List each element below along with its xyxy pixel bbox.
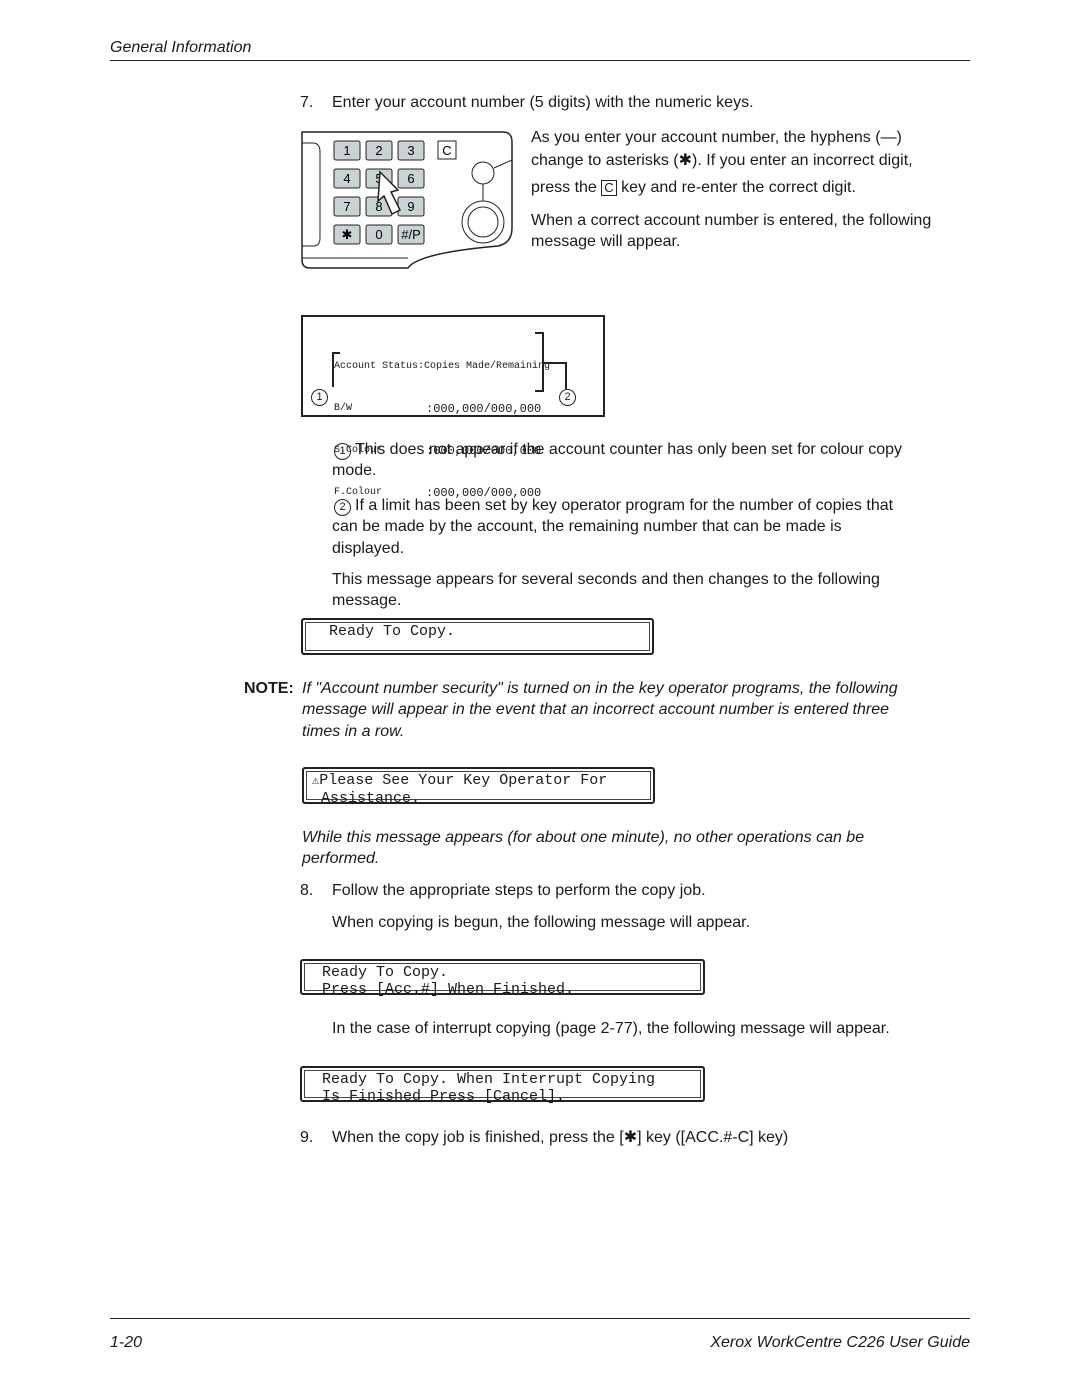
keypad-illustration: 123456789✱0#/P C xyxy=(301,131,513,269)
header-rule xyxy=(110,60,970,61)
interrupt-message-box: Ready To Copy. When Interrupt Copying Is… xyxy=(300,1066,705,1105)
key-label: 1 xyxy=(343,143,350,158)
note-text: This does not appear if the account coun… xyxy=(355,441,902,458)
side-line-4: When a correct account number is entered… xyxy=(531,212,932,229)
ready-message-box: Ready To Copy. xyxy=(301,618,654,655)
note-text: If a limit has been set by key operator … xyxy=(355,497,894,514)
note-line-3: times in a row. xyxy=(302,723,405,740)
message-line-1: Ready To Copy. When Interrupt Copying xyxy=(322,1071,656,1088)
step-7-text: Enter your account number (5 digits) wit… xyxy=(332,94,754,111)
copying-message-box: Ready To Copy. Press [Acc.#] When Finish… xyxy=(300,959,705,998)
key-label: 7 xyxy=(343,199,350,214)
side-line-3: press the C key and re-enter the correct… xyxy=(531,177,856,198)
step-8-sub: When copying is begun, the following mes… xyxy=(332,914,751,931)
callout-brackets xyxy=(332,332,567,392)
key-label: 6 xyxy=(407,171,414,186)
interrupt-text: In the case of interrupt copying (page 2… xyxy=(332,1020,890,1037)
guide-title: Xerox WorkCentre C226 User Guide xyxy=(710,1334,970,1351)
key-label: #/P xyxy=(401,227,421,242)
footer-rule xyxy=(110,1318,970,1319)
after-line-1: This message appears for several seconds… xyxy=(332,571,880,588)
step-8-number: 8. xyxy=(300,882,314,899)
message-line-2: Press [Acc.#] When Finished. xyxy=(322,981,575,998)
step-9-number: 9. xyxy=(300,1129,314,1146)
note-2-line-2: can be made by the account, the remainin… xyxy=(332,518,842,535)
marker-1: 1 xyxy=(334,443,351,460)
side-text: key and re-enter the correct digit. xyxy=(621,179,856,196)
key-label: 8 xyxy=(375,199,382,214)
while-line-2: performed. xyxy=(302,850,380,867)
note-2-line-3: displayed. xyxy=(332,540,405,557)
key-label: 2 xyxy=(375,143,382,158)
manual-page: General Information 7. Enter your accoun… xyxy=(0,0,1080,1397)
while-line-1: While this message appears (for about on… xyxy=(302,829,865,846)
message-line-2: Assistance. xyxy=(321,790,421,807)
c-key-icon: C xyxy=(601,180,617,196)
step-9-text: When the copy job is finished, press the… xyxy=(332,1129,789,1146)
key-label: 4 xyxy=(343,171,350,186)
marker-2: 2 xyxy=(559,389,576,406)
svg-text:C: C xyxy=(442,143,451,158)
after-line-2: message. xyxy=(332,592,402,609)
page-number: 1-20 xyxy=(110,1334,143,1351)
note-label: NOTE: xyxy=(244,680,294,697)
marker-2: 2 xyxy=(334,499,351,516)
side-text: press the xyxy=(531,179,597,196)
message-text: Ready To Copy. xyxy=(329,623,456,640)
marker-1: 1 xyxy=(311,389,328,406)
message-line-1: Please See Your Key Operator For xyxy=(319,772,608,789)
key-label: 0 xyxy=(375,227,382,242)
key-label: ✱ xyxy=(342,227,353,242)
note-2-line-1: 2 If a limit has been set by key operator… xyxy=(334,495,893,516)
side-line-1: As you enter your account number, the hy… xyxy=(531,129,902,146)
side-line-2: change to asterisks (✱). If you enter an… xyxy=(531,152,913,169)
note-1-line-2: mode. xyxy=(332,462,377,479)
key-label: 9 xyxy=(407,199,414,214)
side-line-5: message will appear. xyxy=(531,233,681,250)
warning-message-box: ⚠Please See Your Key Operator For Assist… xyxy=(302,767,655,807)
note-line-1: If "Account number security" is turned o… xyxy=(302,680,898,697)
message-line-2: Is Finished Press [Cancel]. xyxy=(322,1088,566,1105)
note-1-line-1: 1 This does not appear if the account cou… xyxy=(334,439,902,460)
step-8-text: Follow the appropriate steps to perform … xyxy=(332,882,706,899)
key-label: 3 xyxy=(407,143,414,158)
message-line-1: Ready To Copy. xyxy=(322,964,449,981)
step-7-number: 7. xyxy=(300,94,314,111)
note-line-2: message will appear in the event that an… xyxy=(302,701,889,718)
section-header: General Information xyxy=(110,39,252,56)
account-status-display: Account Status:Copies Made/Remaining B/W… xyxy=(301,315,605,500)
